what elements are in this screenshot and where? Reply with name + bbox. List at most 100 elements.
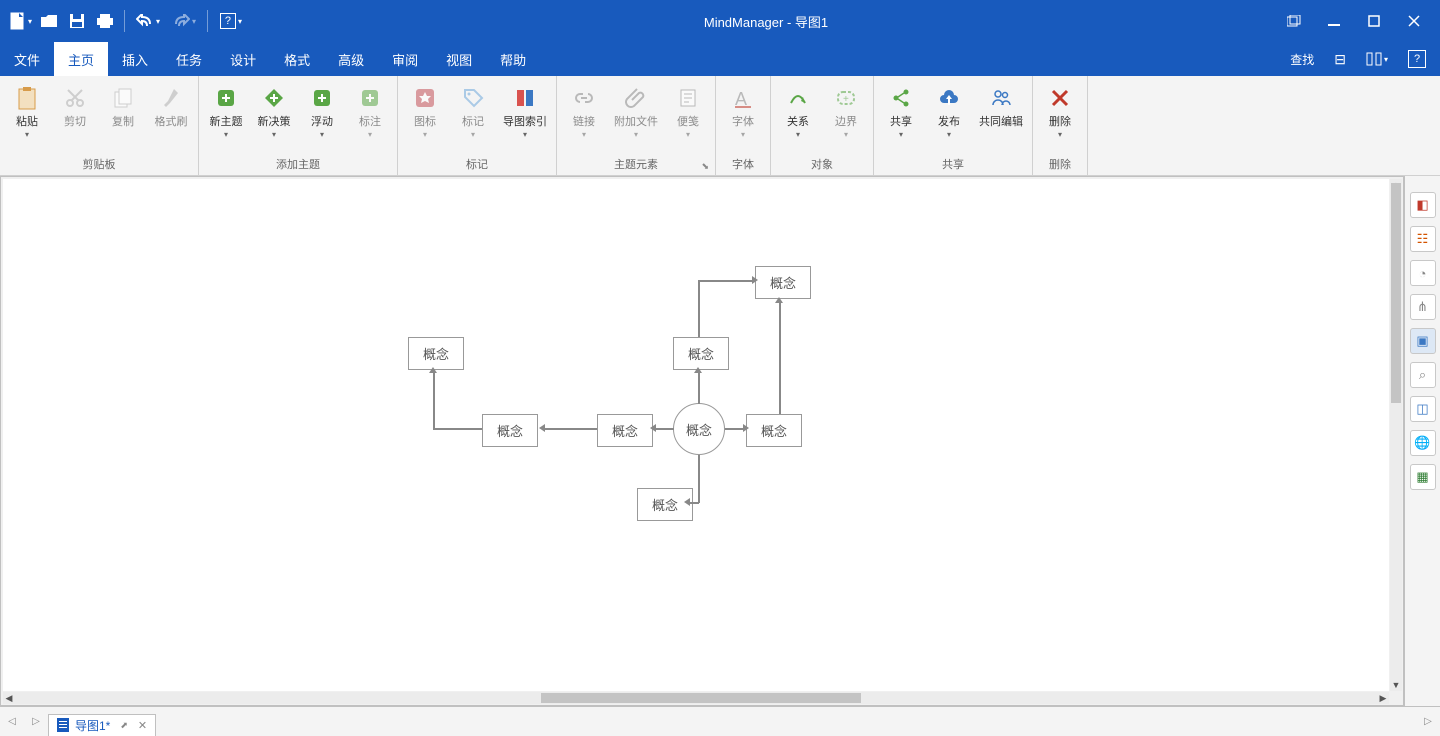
new-file-button[interactable]: ▾	[8, 8, 34, 34]
boundary-button[interactable]: +边界▾	[825, 80, 867, 139]
paste-button[interactable]: 粘贴▾	[6, 80, 48, 139]
ribbon-group-主题元素: 链接▾附加文件▾便笺▾主题元素⬊	[557, 76, 716, 175]
search-menu[interactable]: 查找	[1282, 42, 1322, 76]
connector	[433, 371, 435, 429]
relation-button[interactable]: 关系▾	[777, 80, 819, 139]
new-topic-button[interactable]: 新主题▾	[205, 80, 247, 139]
new-decision-button[interactable]: 新决策▾	[253, 80, 295, 139]
rail-markers-button[interactable]: ◧	[1410, 192, 1436, 218]
topic-node[interactable]: 概念	[408, 337, 464, 370]
caret-icon: ▾	[686, 131, 690, 139]
save-button[interactable]	[64, 8, 90, 34]
topic-node[interactable]: 概念	[597, 414, 653, 447]
rail-user-button[interactable]: ◔	[1410, 260, 1436, 286]
copy-button[interactable]: 复制	[102, 80, 144, 129]
menu-设计[interactable]: 设计	[216, 42, 270, 76]
undo-button[interactable]: ▾	[131, 8, 165, 34]
tab-expand-icon[interactable]: ⬈	[120, 720, 128, 731]
help-dropdown-button[interactable]: ? ▾	[214, 8, 248, 34]
ribbon-group-删除: 删除▾ 删除	[1033, 76, 1088, 175]
menu-插入[interactable]: 插入	[108, 42, 162, 76]
scroll-down-icon[interactable]: ▼	[1390, 679, 1402, 691]
print-button[interactable]	[92, 8, 118, 34]
arrow-icon	[684, 498, 690, 506]
caret-icon: ▾	[796, 131, 800, 139]
menu-主页[interactable]: 主页	[54, 42, 108, 76]
rail-search-button[interactable]: ⌕	[1410, 362, 1436, 388]
dialog-launcher[interactable]: ⬊	[701, 161, 709, 172]
menu-任务[interactable]: 任务	[162, 42, 216, 76]
minimize-button[interactable]	[1324, 11, 1344, 31]
format-painter-button[interactable]: 格式刷	[150, 80, 192, 129]
note-button[interactable]: 便笺▾	[667, 80, 709, 139]
icons-button[interactable]: 图标▾	[404, 80, 446, 139]
caret-icon: ▾	[947, 131, 951, 139]
tab-scroll-right[interactable]: ▷	[24, 707, 48, 736]
scroll-left-icon[interactable]: ◀	[3, 692, 15, 704]
center-node[interactable]: 概念	[673, 403, 725, 455]
diamond-plus-icon	[260, 84, 288, 112]
tab-scroll-end[interactable]: ▷	[1416, 707, 1440, 736]
float-button[interactable]: 浮动▾	[301, 80, 343, 139]
rail-select-button[interactable]: ◫	[1410, 396, 1436, 422]
ribbon-group-共享: 共享▾发布▾共同编辑共享	[874, 76, 1033, 175]
rail-links-button[interactable]: ⋔	[1410, 294, 1436, 320]
coedit-button[interactable]: 共同编辑	[976, 80, 1026, 129]
button-label: 图标	[414, 116, 436, 129]
topic-node[interactable]: 概念	[755, 266, 811, 299]
group-label: 删除	[1039, 152, 1081, 175]
attach-button[interactable]: 附加文件▾	[611, 80, 661, 139]
tab-scroll-left[interactable]: ◁	[0, 707, 24, 736]
map-index-button[interactable]: 导图索引▾	[500, 80, 550, 139]
restore-set-button[interactable]	[1284, 11, 1304, 31]
cut-button[interactable]: 剪切	[54, 80, 96, 129]
help-icon: ?	[220, 13, 236, 29]
topic-node[interactable]: 概念	[673, 337, 729, 370]
divider-btn[interactable]: ⊟	[1326, 42, 1354, 76]
group-label: 共享	[880, 152, 1026, 175]
menu-文件[interactable]: 文件	[0, 42, 54, 76]
menu-审阅[interactable]: 审阅	[378, 42, 432, 76]
menu-帮助[interactable]: 帮助	[486, 42, 540, 76]
canvas[interactable]: 概念 概念 概念 概念 概念 概念 概念 概念	[3, 179, 1389, 691]
horizontal-scrollbar[interactable]: ◀ ▶	[3, 692, 1389, 704]
delete-button[interactable]: 删除▾	[1039, 80, 1081, 139]
rail-image-button[interactable]: ▣	[1410, 328, 1436, 354]
scroll-thumb[interactable]	[541, 693, 861, 703]
close-button[interactable]	[1404, 11, 1424, 31]
titlebar: ▾ ▾ ▾ ? ▾ MindManager - 导图1	[0, 0, 1440, 42]
plus-box-icon	[212, 84, 240, 112]
scroll-thumb[interactable]	[1391, 183, 1401, 403]
link-button[interactable]: 链接▾	[563, 80, 605, 139]
rail-globe-button[interactable]: 🌐	[1410, 430, 1436, 456]
redo-button[interactable]: ▾	[167, 8, 201, 34]
menu-视图[interactable]: 视图	[432, 42, 486, 76]
tab-close-icon[interactable]: ✕	[138, 719, 147, 732]
menu-格式[interactable]: 格式	[270, 42, 324, 76]
share-button[interactable]: 共享▾	[880, 80, 922, 139]
callout-button[interactable]: 标注▾	[349, 80, 391, 139]
panel-toggle-btn[interactable]: ▾	[1358, 42, 1396, 76]
maximize-button[interactable]	[1364, 11, 1384, 31]
menu-高级[interactable]: 高级	[324, 42, 378, 76]
menu-right: 查找 ⊟ ▾ ?	[1282, 42, 1440, 76]
button-label: 格式刷	[155, 116, 188, 129]
topic-node[interactable]: 概念	[746, 414, 802, 447]
document-tabbar: ◁ ▷ 导图1* ⬈ ✕ ▷	[0, 706, 1440, 736]
open-button[interactable]	[36, 8, 62, 34]
font-button[interactable]: A字体▾	[722, 80, 764, 139]
rail-excel-button[interactable]: ▦	[1410, 464, 1436, 490]
button-label: 新主题	[210, 116, 243, 129]
topic-node[interactable]: 概念	[482, 414, 538, 447]
tags-button[interactable]: 标记▾	[452, 80, 494, 139]
save-icon	[69, 13, 85, 29]
arrow-icon	[694, 367, 702, 373]
help-menu-btn[interactable]: ?	[1400, 42, 1434, 76]
publish-button[interactable]: 发布▾	[928, 80, 970, 139]
window-title: MindManager - 导图1	[248, 12, 1284, 31]
document-tab[interactable]: 导图1* ⬈ ✕	[48, 714, 156, 736]
rail-calendar-button[interactable]: ☷	[1410, 226, 1436, 252]
vertical-scrollbar[interactable]: ▲ ▼	[1390, 179, 1402, 691]
help-icon: ?	[1408, 50, 1426, 68]
scroll-right-icon[interactable]: ▶	[1377, 692, 1389, 704]
